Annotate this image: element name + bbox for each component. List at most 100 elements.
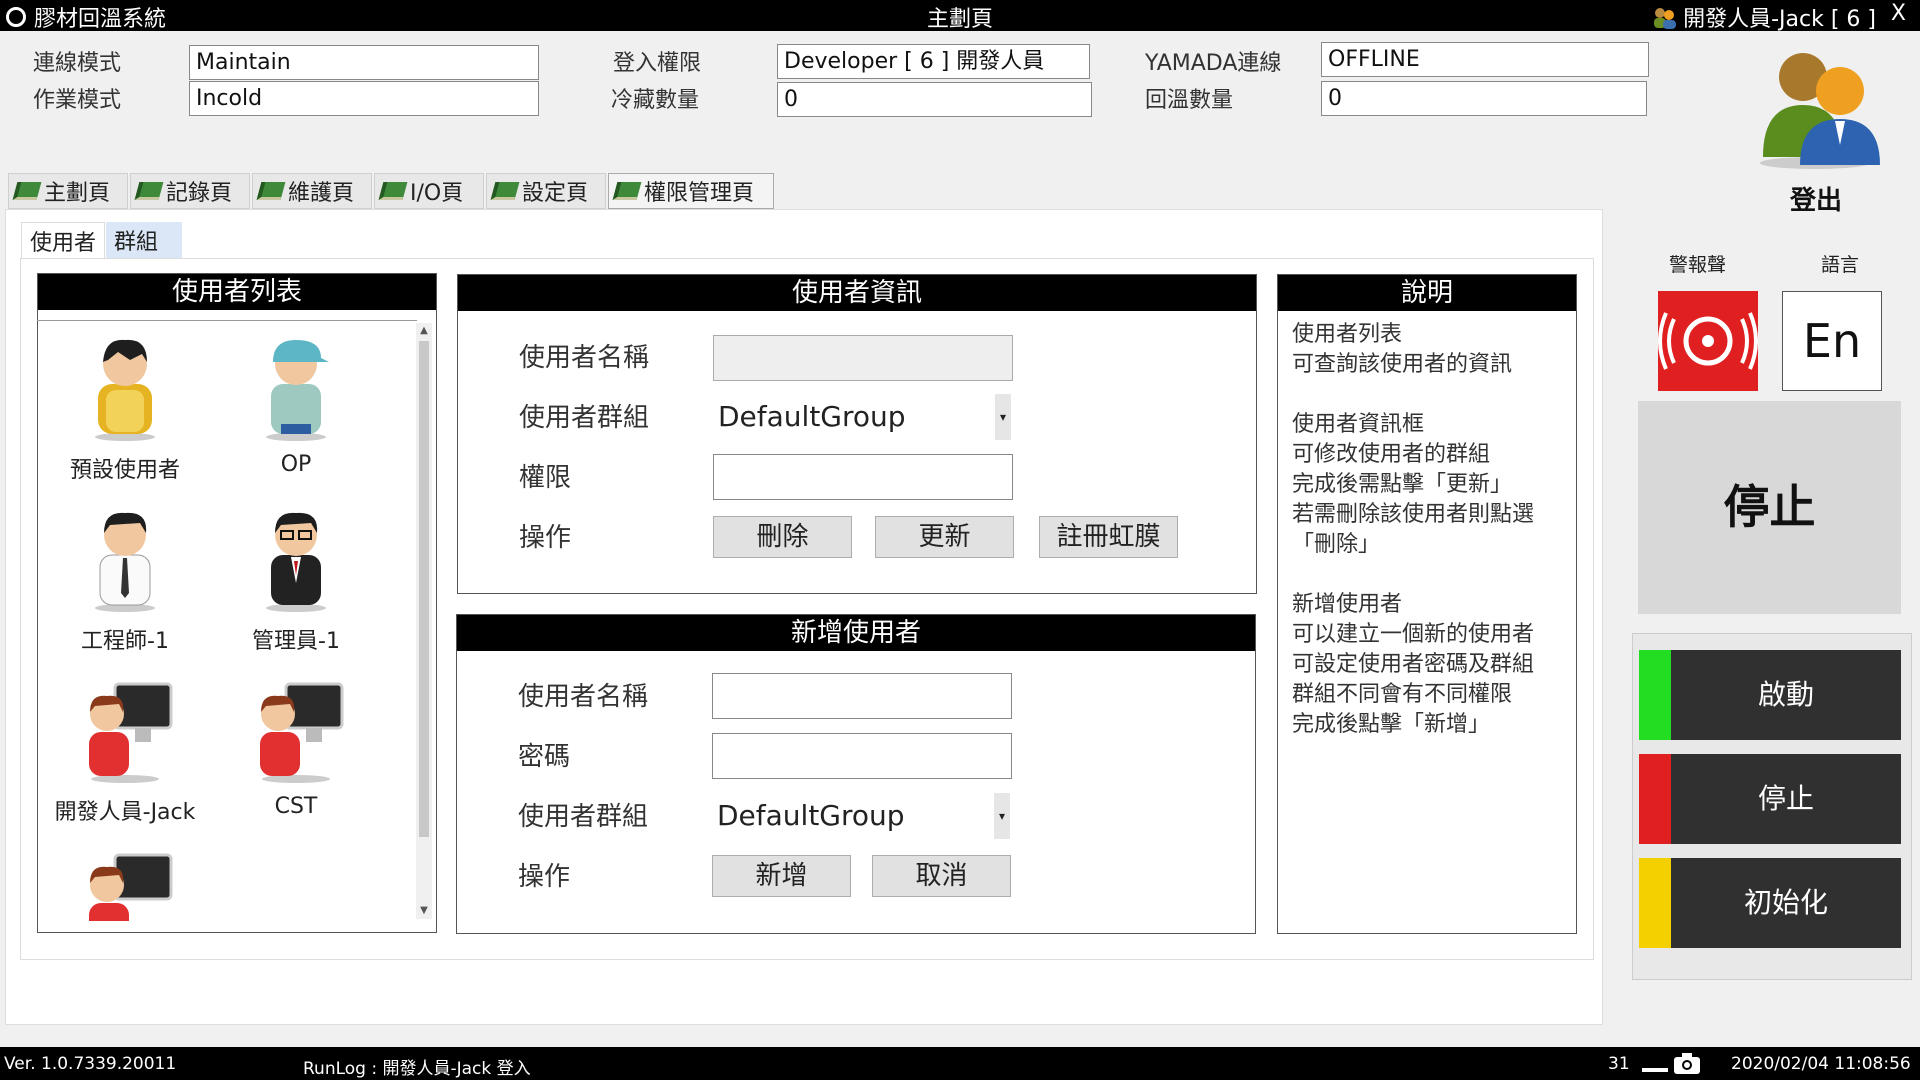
user-item-label: 工程師-1 — [81, 629, 169, 654]
stop-button[interactable]: 停止 — [1639, 754, 1901, 844]
user-group-select[interactable]: DefaultGroup ▾ — [713, 394, 1011, 440]
book-icon — [612, 182, 642, 200]
tab-permission[interactable]: 權限管理頁 — [608, 173, 774, 209]
count-text: 31 — [1608, 1054, 1630, 1074]
tab-permission-label: 權限管理頁 — [644, 181, 755, 206]
user-item[interactable]: CST — [211, 674, 381, 819]
alarm-label: 警報聲 — [1669, 254, 1727, 276]
update-button[interactable]: 更新 — [875, 516, 1014, 558]
user-item[interactable]: 開發人員-Jack — [40, 674, 210, 826]
tab-settings-label: 設定頁 — [522, 181, 589, 206]
password-field[interactable] — [712, 733, 1012, 779]
start-label: 啟動 — [1757, 678, 1814, 711]
user-name-field[interactable] — [713, 335, 1013, 381]
init-indicator — [1639, 858, 1671, 948]
developer-avatar-icon — [89, 853, 173, 921]
start-button[interactable]: 啟動 — [1639, 650, 1901, 740]
user-item[interactable]: 工程師-1 — [40, 503, 210, 655]
user-group-label: 使用者群組 — [519, 403, 650, 433]
student-avatar-icon — [95, 339, 155, 441]
login-level-label: 登入權限 — [613, 51, 702, 76]
start-indicator — [1639, 650, 1671, 740]
subtab-users[interactable]: 使用者 — [21, 222, 106, 258]
tab-records[interactable]: 記錄頁 — [130, 173, 250, 209]
current-user: 開發人員-Jack [ 6 ] — [1651, 1, 1876, 33]
user-group-value: DefaultGroup — [718, 400, 906, 433]
book-icon — [12, 182, 42, 200]
tab-main[interactable]: 主劃頁 — [8, 173, 128, 209]
permission-label: 權限 — [519, 463, 572, 493]
title-bar: 膠材回溫系統 主劃頁 開發人員-Jack [ 6 ] X — [0, 0, 1920, 33]
warm-count-label: 回溫數量 — [1145, 88, 1234, 113]
stop-label: 停止 — [1757, 782, 1814, 815]
developer-avatar-icon — [89, 682, 173, 783]
tab-maintenance-label: 維護頁 — [288, 181, 355, 206]
camera-icon[interactable] — [1672, 1051, 1702, 1080]
new-user-group-value: DefaultGroup — [717, 799, 905, 832]
user-info-title: 使用者資訊 — [458, 275, 1256, 311]
tab-main-label: 主劃頁 — [44, 181, 111, 206]
logout-button[interactable]: 登出 — [1790, 180, 1842, 217]
language-label: 語言 — [1821, 254, 1860, 276]
worker-avatar-icon — [266, 340, 329, 441]
tab-maintenance[interactable]: 維護頁 — [252, 173, 372, 209]
new-user-name-field[interactable] — [712, 673, 1012, 719]
minimize-icon[interactable] — [1640, 1051, 1670, 1078]
chevron-down-icon[interactable]: ▾ — [994, 793, 1010, 839]
work-mode-field: Incold — [189, 81, 539, 116]
connect-mode-field: Maintain — [189, 45, 539, 80]
book-icon — [378, 182, 408, 200]
status-bar: Ver. 1.0.7339.20011 RunLog : 開發人員-Jack 登… — [0, 1047, 1920, 1080]
new-user-name-label: 使用者名稱 — [518, 682, 649, 712]
app-logo-icon — [6, 7, 26, 27]
tab-settings[interactable]: 設定頁 — [486, 173, 606, 209]
user-name-label: 使用者名稱 — [519, 343, 650, 373]
user-list-scrollbar[interactable]: ▲ ▼ — [416, 323, 432, 919]
manager-avatar-icon — [266, 512, 326, 612]
help-text: 使用者列表 可查詢該使用者的資訊 使用者資訊框 可修改使用者的群組 完成後需點擊… — [1292, 322, 1535, 737]
book-icon — [256, 182, 286, 200]
logout-users-icon[interactable] — [1755, 45, 1890, 170]
user-item-label: 預設使用者 — [69, 458, 180, 483]
user-item[interactable]: 管理員-1 — [211, 503, 381, 655]
scroll-thumb[interactable] — [419, 341, 429, 837]
user-item-partial[interactable] — [40, 845, 420, 921]
tab-io[interactable]: I/O頁 — [374, 173, 484, 209]
password-label: 密碼 — [518, 742, 571, 772]
subtab-groups[interactable]: 群組 — [106, 222, 182, 258]
permission-field[interactable] — [713, 454, 1013, 500]
user-item-label: 開發人員-Jack — [54, 800, 196, 825]
user-item-label: CST — [274, 794, 318, 819]
add-button[interactable]: 新增 — [712, 855, 851, 897]
close-button[interactable]: X — [1891, 1, 1906, 26]
chevron-down-icon[interactable]: ▾ — [995, 394, 1011, 440]
new-user-group-select[interactable]: DefaultGroup ▾ — [712, 793, 1010, 839]
help-title: 說明 — [1278, 275, 1576, 311]
user-item[interactable]: OP — [211, 332, 381, 477]
app-title: 膠材回溫系統 — [34, 7, 167, 32]
current-user-label: 開發人員-Jack [ 6 ] — [1683, 7, 1876, 32]
user-item-label: 管理員-1 — [252, 629, 340, 654]
scroll-up-icon[interactable]: ▲ — [416, 323, 432, 339]
app-title-group: 膠材回溫系統 — [6, 1, 166, 33]
init-label: 初始化 — [1743, 886, 1828, 919]
stop-indicator-stripe — [1639, 754, 1671, 844]
login-level-field: Developer [ 6 ] 開發人員 — [777, 44, 1090, 79]
language-button[interactable]: En — [1782, 291, 1882, 391]
cancel-button[interactable]: 取消 — [872, 855, 1011, 897]
alarm-button[interactable] — [1658, 291, 1758, 391]
connect-mode-label: 連線模式 — [33, 51, 122, 76]
add-user-op-label: 操作 — [518, 862, 571, 892]
register-iris-button[interactable]: 註冊虹膜 — [1039, 516, 1178, 558]
user-item[interactable]: 預設使用者 — [40, 332, 210, 484]
yamada-field: OFFLINE — [1321, 42, 1649, 77]
new-user-group-label: 使用者群組 — [518, 802, 649, 832]
cold-count-field: 0 — [777, 82, 1092, 117]
scroll-down-icon[interactable]: ▼ — [416, 903, 432, 919]
yamada-label: YAMADA連線 — [1145, 51, 1282, 76]
developer-avatar-icon — [260, 682, 344, 783]
init-button[interactable]: 初始化 — [1639, 858, 1901, 948]
delete-button[interactable]: 刪除 — [713, 516, 852, 558]
book-icon — [490, 182, 520, 200]
stop-indicator[interactable]: 停止 — [1638, 401, 1901, 614]
